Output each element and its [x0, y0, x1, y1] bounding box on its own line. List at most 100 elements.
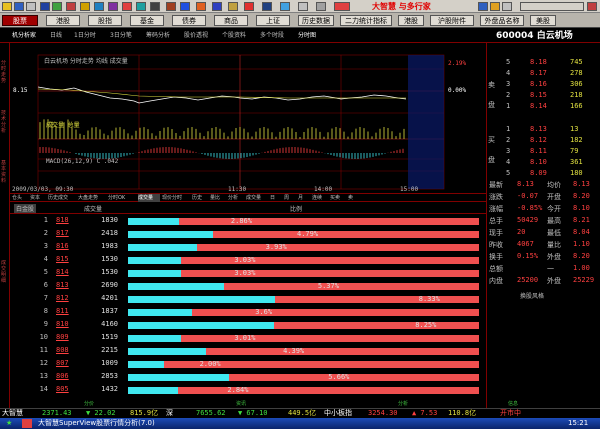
subtab-13[interactable]: 月	[298, 194, 310, 202]
table-row[interactable]: 5 814 1530 3.03%	[10, 268, 486, 281]
tool-icon[interactable]	[298, 2, 308, 11]
stats-footer[interactable]: 换股风格	[520, 291, 600, 302]
fire-icon[interactable]	[244, 2, 254, 11]
news-icon[interactable]	[228, 2, 238, 11]
table-row[interactable]: 10 809 1519 3.01%	[10, 333, 486, 346]
subtab-11[interactable]: 日	[270, 194, 282, 202]
page-tab-1[interactable]: 资讯	[236, 400, 246, 407]
subtab-2[interactable]: 历史成交	[48, 194, 76, 202]
subtab-12[interactable]: 周	[284, 194, 296, 202]
subtab-8[interactable]: 量比	[210, 194, 226, 202]
row-price-code[interactable]: 818	[56, 216, 78, 224]
row-price-code[interactable]: 805	[56, 385, 78, 393]
subtab-6[interactable]: 现价分时	[162, 194, 190, 202]
sell-level-row[interactable]: 4 8.17 278	[500, 69, 598, 80]
star-icon[interactable]	[166, 2, 176, 11]
taskbar-window-title[interactable]: 大智慧SuperView股票行情分析(7.0)	[38, 418, 155, 429]
row-price-code[interactable]: 807	[56, 359, 78, 367]
buy-level-row[interactable]: 2 8.12 182	[500, 136, 598, 147]
tab-bond[interactable]: 债券	[172, 15, 206, 26]
lock-icon[interactable]	[150, 2, 160, 11]
row-price-code[interactable]: 809	[56, 333, 78, 341]
user-icon[interactable]	[262, 2, 272, 11]
web-icon[interactable]	[478, 2, 488, 11]
home-icon[interactable]	[94, 2, 104, 11]
info-icon[interactable]	[196, 2, 206, 11]
open-icon[interactable]	[2, 2, 12, 11]
page-tab-3[interactable]: 信息	[508, 400, 518, 407]
vtab-ticks[interactable]: 成交明细	[1, 260, 9, 300]
intraday-chart[interactable]	[10, 43, 486, 193]
menu-chips[interactable]: 筹码分析	[146, 31, 180, 41]
page-tab-0[interactable]: 分价	[84, 400, 94, 407]
menu-profile[interactable]: 个股资料	[222, 31, 256, 41]
mail-icon[interactable]	[212, 2, 222, 11]
app-icon[interactable]	[22, 419, 32, 428]
tab-history[interactable]: 历史数据	[298, 15, 334, 26]
menu-intraday[interactable]: 分时图	[298, 31, 328, 41]
tab-stocks[interactable]: 股票	[2, 15, 38, 26]
tab-shanghai[interactable]: 上证	[256, 15, 290, 26]
table-row[interactable]: 9 810 4160 8.25%	[10, 320, 486, 333]
table-row[interactable]: 14 805 1432 2.84%	[10, 385, 486, 398]
search-icon[interactable]	[490, 2, 500, 11]
table-row[interactable]: 2 817 2418 4.79%	[10, 229, 486, 242]
chart-icon[interactable]	[40, 2, 50, 11]
vtab-intraday[interactable]: 分时走势	[1, 60, 9, 100]
row-price-code[interactable]: 813	[56, 281, 78, 289]
row-price-code[interactable]: 816	[56, 242, 78, 250]
f10-icon[interactable]	[66, 2, 76, 11]
cursor-icon[interactable]	[334, 2, 350, 11]
vtab-technical[interactable]: 技术分析	[1, 110, 9, 150]
table-row[interactable]: 12 807 1009 2.00%	[10, 359, 486, 372]
table-row[interactable]: 6 813 2690 5.37%	[10, 281, 486, 294]
tab-attach[interactable]: 沪股附件	[430, 15, 474, 26]
start-button[interactable]: ★	[6, 418, 12, 429]
sell-level-row[interactable]: 3 8.16 306	[500, 80, 598, 91]
sell-level-row[interactable]: 5 8.18 745	[500, 58, 598, 69]
menu-1day[interactable]: 1日分时	[74, 31, 106, 41]
tab-stats[interactable]: 二力统计指标	[340, 15, 392, 26]
tab-commodity[interactable]: 商品	[214, 15, 248, 26]
calendar-icon[interactable]	[180, 2, 190, 11]
tab-foreign[interactable]: 外盘品名称	[480, 15, 524, 26]
subtab-16[interactable]: 卖	[348, 194, 360, 202]
vtab-basic[interactable]: 基本资料	[1, 160, 9, 200]
sell-level-row[interactable]: 2 8.15 218	[500, 91, 598, 102]
buy-level-row[interactable]: 3 8.11 79	[500, 147, 598, 158]
buy-level-row[interactable]: 5 8.09 180	[500, 169, 598, 180]
row-price-code[interactable]: 810	[56, 320, 78, 328]
subtab-5[interactable]: 成交量	[138, 194, 160, 202]
tab-hk2[interactable]: 港股	[398, 15, 424, 26]
window-icon[interactable]	[502, 2, 512, 11]
menu-3day[interactable]: 3日分笔	[110, 31, 142, 41]
print-icon[interactable]	[26, 2, 36, 11]
subtab-7[interactable]: 历史	[192, 194, 208, 202]
help-icon[interactable]	[280, 2, 290, 11]
subtab-10[interactable]: 成交量	[246, 194, 268, 202]
menu-analyst[interactable]: 机分析家	[12, 31, 48, 41]
row-price-code[interactable]: 815	[56, 255, 78, 263]
menu-periods[interactable]: 多个时段	[260, 31, 294, 41]
subtab-3[interactable]: 大盘走势	[78, 194, 106, 202]
row-price-code[interactable]: 808	[56, 346, 78, 354]
table-row[interactable]: 11 808 2215 4.39%	[10, 346, 486, 359]
quick-input[interactable]	[520, 2, 584, 11]
row-price-code[interactable]: 814	[56, 268, 78, 276]
subtab-15[interactable]: 买卖	[330, 194, 346, 202]
table-row[interactable]: 7 812 4201 8.33%	[10, 294, 486, 307]
table-row[interactable]: 8 811 1837 3.6%	[10, 307, 486, 320]
row-price-code[interactable]: 806	[56, 372, 78, 380]
flag-icon[interactable]	[136, 2, 146, 11]
sell-level-row[interactable]: 1 8.14 166	[500, 102, 598, 113]
menu-perspective[interactable]: 股价透视	[184, 31, 218, 41]
row-price-code[interactable]: 811	[56, 307, 78, 315]
grid-icon[interactable]	[52, 2, 62, 11]
table-row[interactable]: 1 818 1830 2.86%	[10, 216, 486, 229]
settings-icon[interactable]	[316, 2, 326, 11]
subtab-0[interactable]: 仓头	[12, 194, 28, 202]
page-tab-2[interactable]: 分析	[398, 400, 408, 407]
buy-level-row[interactable]: 4 8.10 361	[500, 158, 598, 169]
subtab-4[interactable]: 分时OK	[108, 194, 136, 202]
refresh-icon[interactable]	[80, 2, 90, 11]
